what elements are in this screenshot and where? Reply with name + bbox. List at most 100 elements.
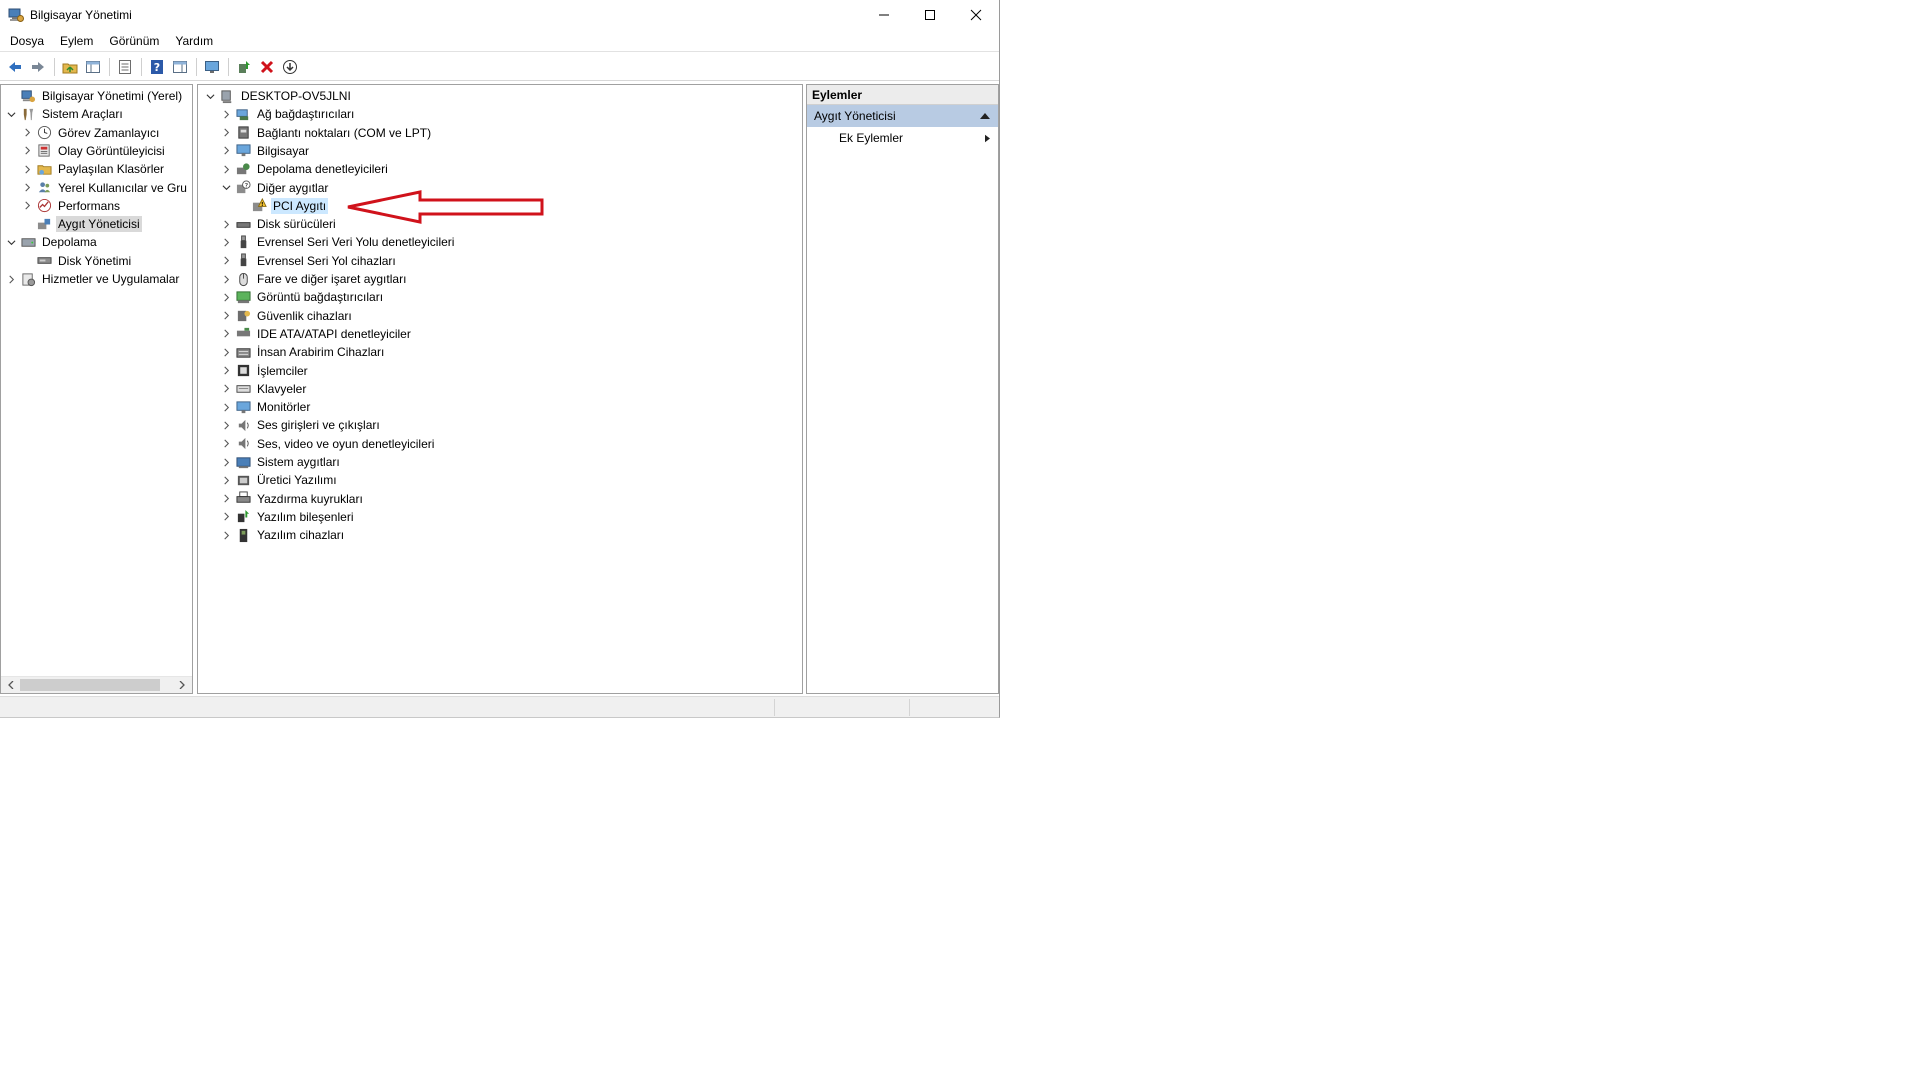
mouse-icon bbox=[235, 271, 251, 287]
device-category[interactable]: Bilgisayar bbox=[220, 142, 311, 160]
expander-closed-chevron-icon[interactable] bbox=[220, 383, 232, 395]
menu-yardim[interactable]: Yardım bbox=[169, 31, 219, 51]
device-category[interactable]: ? Diğer aygıtlar bbox=[220, 179, 330, 197]
device-tree-pane[interactable]: DESKTOP-OV5JLNI Ağ bağdaştırıcıları Bağlan… bbox=[197, 84, 803, 694]
expander-closed-chevron-icon[interactable] bbox=[220, 163, 232, 175]
device-category[interactable]: Yazılım bileşenleri bbox=[220, 508, 355, 526]
help-button[interactable]: ? bbox=[146, 56, 168, 78]
device-category[interactable]: Üretici Yazılımı bbox=[220, 471, 339, 489]
expander-open-chevron-icon[interactable] bbox=[5, 108, 17, 120]
console-tree-item[interactable]: Bilgisayar Yönetimi (Yerel) bbox=[5, 87, 184, 105]
expander-closed-chevron-icon[interactable] bbox=[220, 108, 232, 120]
console-tree-item[interactable]: Görev Zamanlayıcı bbox=[21, 124, 161, 142]
expander-closed-chevron-icon[interactable] bbox=[220, 328, 232, 340]
properties-button[interactable] bbox=[114, 56, 136, 78]
device-tree-root[interactable]: DESKTOP-OV5JLNI bbox=[204, 87, 353, 105]
expander-closed-chevron-icon[interactable] bbox=[21, 163, 33, 175]
expander-closed-chevron-icon[interactable] bbox=[220, 291, 232, 303]
console-tree-item[interactable]: Hizmetler ve Uygulamalar bbox=[5, 270, 181, 288]
device-category[interactable]: Ağ bağdaştırıcıları bbox=[220, 105, 356, 123]
device-category[interactable]: Yazdırma kuyrukları bbox=[220, 490, 365, 508]
up-one-level-button[interactable] bbox=[59, 56, 81, 78]
device-category[interactable]: Fare ve diğer işaret aygıtları bbox=[220, 270, 408, 288]
scan-hardware-button[interactable] bbox=[279, 56, 301, 78]
expander-closed-chevron-icon[interactable] bbox=[220, 145, 232, 157]
expander-closed-chevron-icon[interactable] bbox=[220, 511, 232, 523]
menu-eylem[interactable]: Eylem bbox=[54, 31, 99, 51]
device-category[interactable]: İşlemciler bbox=[220, 362, 310, 380]
scroll-right-icon[interactable] bbox=[174, 677, 190, 693]
expander-closed-chevron-icon[interactable] bbox=[220, 365, 232, 377]
expander-closed-chevron-icon[interactable] bbox=[21, 200, 33, 212]
device-category[interactable]: Sistem aygıtları bbox=[220, 453, 342, 471]
device-category[interactable]: Bağlantı noktaları (COM ve LPT) bbox=[220, 124, 433, 142]
expander-closed-chevron-icon[interactable] bbox=[5, 273, 17, 285]
monitor-button[interactable] bbox=[201, 56, 223, 78]
expander-closed-chevron-icon[interactable] bbox=[220, 419, 232, 431]
expander-closed-chevron-icon[interactable] bbox=[21, 182, 33, 194]
expander-closed-chevron-icon[interactable] bbox=[220, 474, 232, 486]
collapse-up-icon[interactable] bbox=[980, 113, 990, 119]
expander-closed-chevron-icon[interactable] bbox=[220, 529, 232, 541]
forward-button[interactable] bbox=[27, 56, 49, 78]
device-item[interactable]: ! PCI Aygıtı bbox=[236, 197, 329, 215]
expander-closed-chevron-icon[interactable] bbox=[220, 255, 232, 267]
device-category[interactable]: İnsan Arabirim Cihazları bbox=[220, 343, 386, 361]
console-tree-item[interactable]: Disk Yönetimi bbox=[21, 252, 133, 270]
horizontal-scrollbar[interactable] bbox=[1, 676, 192, 693]
console-tree-item[interactable]: Aygıt Yöneticisi bbox=[21, 215, 142, 233]
device-category[interactable]: Klavyeler bbox=[220, 380, 308, 398]
expander-closed-chevron-icon[interactable] bbox=[220, 236, 232, 248]
action-more-actions[interactable]: Ek Eylemler bbox=[807, 127, 998, 149]
device-category[interactable]: Güvenlik cihazları bbox=[220, 307, 354, 325]
console-tree-item[interactable]: Depolama bbox=[5, 233, 99, 251]
expander-closed-chevron-icon[interactable] bbox=[21, 145, 33, 157]
show-hide-action-pane-button[interactable] bbox=[169, 56, 191, 78]
update-driver-button[interactable] bbox=[233, 56, 255, 78]
maximize-button[interactable] bbox=[907, 0, 953, 30]
expander-closed-chevron-icon[interactable] bbox=[220, 401, 232, 413]
expander-closed-chevron-icon[interactable] bbox=[220, 273, 232, 285]
console-tree-item[interactable]: Performans bbox=[21, 197, 122, 215]
minimize-button[interactable] bbox=[861, 0, 907, 30]
device-category[interactable]: IDE ATA/ATAPI denetleyiciler bbox=[220, 325, 413, 343]
device-tree-label: Bağlantı noktaları (COM ve LPT) bbox=[257, 125, 432, 140]
expander-open-chevron-icon[interactable] bbox=[204, 90, 216, 102]
device-category[interactable]: Evrensel Seri Veri Yolu denetleyicileri bbox=[220, 233, 456, 251]
device-category[interactable]: Disk sürücüleri bbox=[220, 215, 338, 233]
device-category[interactable]: Depolama denetleyicileri bbox=[220, 160, 390, 178]
device-category[interactable]: Yazılım cihazları bbox=[220, 526, 346, 544]
expander-open-chevron-icon[interactable] bbox=[220, 182, 232, 194]
scroll-left-icon[interactable] bbox=[3, 677, 19, 693]
uninstall-device-button[interactable] bbox=[256, 56, 278, 78]
console-tree-item[interactable]: Olay Görüntüleyicisi bbox=[21, 142, 167, 160]
toolbar-separator bbox=[196, 57, 197, 76]
expander-closed-chevron-icon[interactable] bbox=[220, 438, 232, 450]
menu-dosya[interactable]: Dosya bbox=[4, 31, 50, 51]
device-category[interactable]: Evrensel Seri Yol cihazları bbox=[220, 252, 398, 270]
device-category[interactable]: Monitörler bbox=[220, 398, 312, 416]
console-tree-item[interactable]: Paylaşılan Klasörler bbox=[21, 160, 166, 178]
expander-closed-chevron-icon[interactable] bbox=[220, 456, 232, 468]
menu-gorunum[interactable]: Görünüm bbox=[103, 31, 165, 51]
expander-open-chevron-icon[interactable] bbox=[5, 236, 17, 248]
expander-closed-chevron-icon[interactable] bbox=[220, 493, 232, 505]
expander-closed-chevron-icon[interactable] bbox=[220, 346, 232, 358]
expander-closed-chevron-icon[interactable] bbox=[21, 127, 33, 139]
device-category[interactable]: Görüntü bağdaştırıcıları bbox=[220, 288, 385, 306]
actions-section-device-manager[interactable]: Aygıt Yöneticisi bbox=[807, 105, 998, 127]
expander-closed-chevron-icon[interactable] bbox=[220, 127, 232, 139]
scrollbar-thumb[interactable] bbox=[20, 679, 160, 691]
expander-closed-chevron-icon[interactable] bbox=[220, 310, 232, 322]
device-tree-label: Disk sürücüleri bbox=[257, 217, 336, 232]
computer-management-icon bbox=[8, 7, 24, 23]
device-category[interactable]: Ses girişleri ve çıkışları bbox=[220, 416, 382, 434]
console-tree-item[interactable]: Sistem Araçları bbox=[5, 105, 125, 123]
device-category[interactable]: Ses, video ve oyun denetleyicileri bbox=[220, 435, 436, 453]
close-button[interactable] bbox=[953, 0, 999, 30]
expander-closed-chevron-icon[interactable] bbox=[220, 218, 232, 230]
back-button[interactable] bbox=[4, 56, 26, 78]
show-hide-tree-button[interactable] bbox=[82, 56, 104, 78]
console-tree-pane[interactable]: Bilgisayar Yönetimi (Yerel) Sistem Araçla… bbox=[0, 84, 193, 694]
console-tree-item[interactable]: Yerel Kullanıcılar ve Gru bbox=[21, 179, 189, 197]
